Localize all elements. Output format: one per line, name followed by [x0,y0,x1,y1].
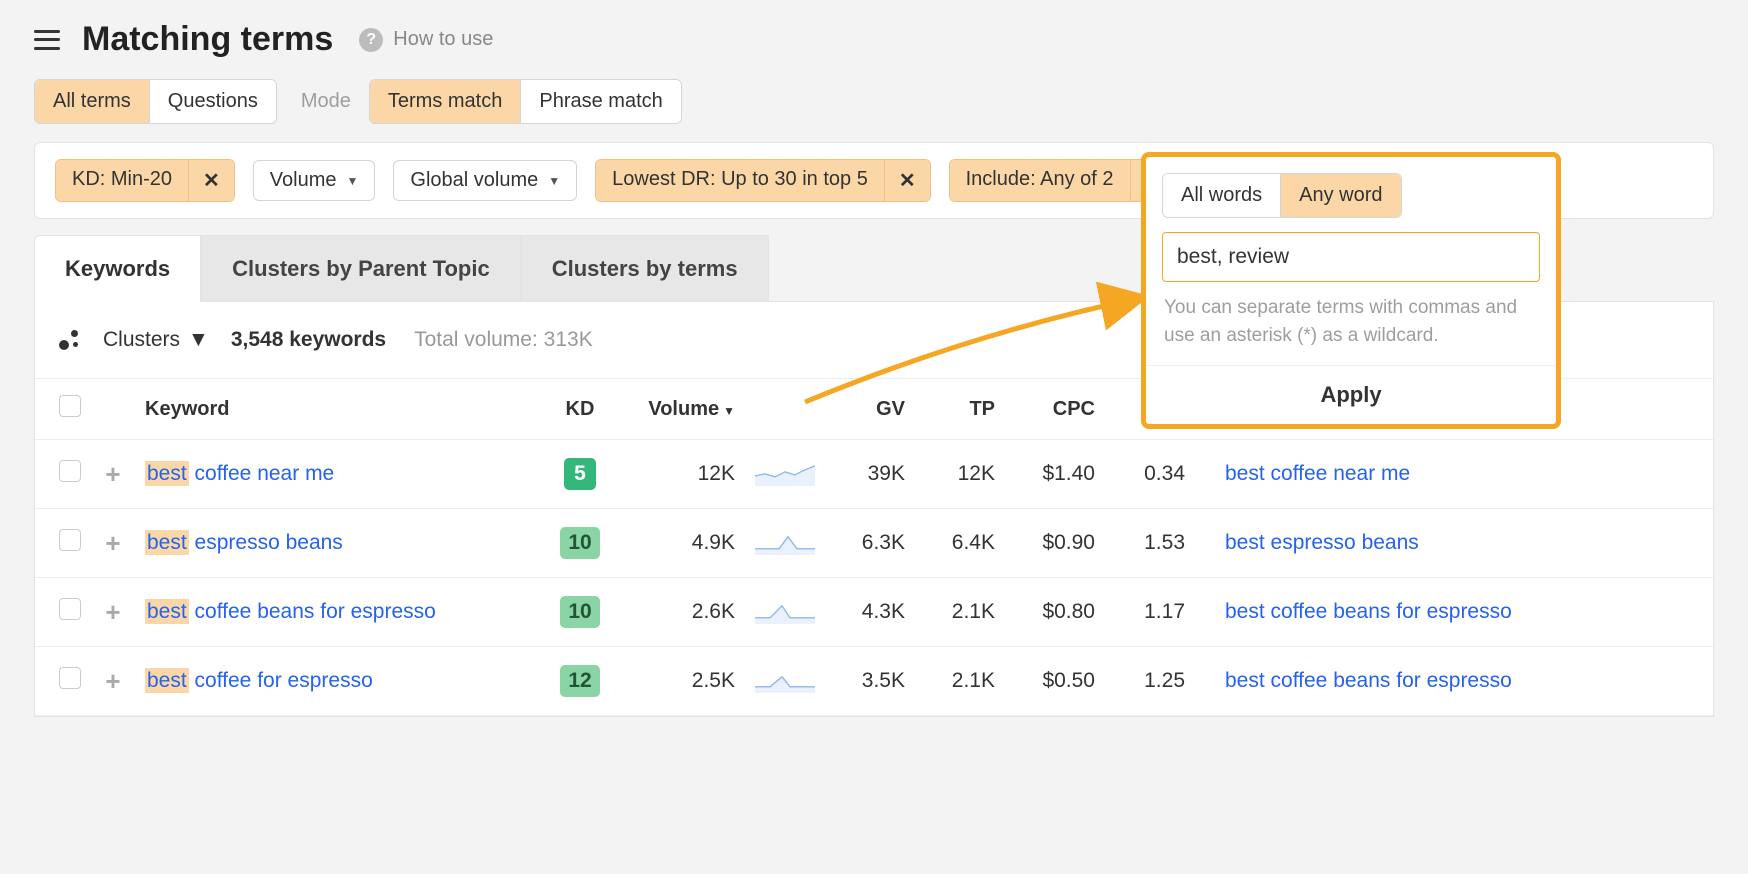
help-icon: ? [359,28,383,52]
any-word-toggle[interactable]: Any word [1280,174,1400,217]
how-to-use-link[interactable]: ? How to use [359,28,493,52]
chevron-down-icon: ▼ [548,174,560,188]
volume-value: 12K [615,440,745,509]
keyword-link[interactable]: best espresso beans [145,530,343,555]
volume-value: 2.5K [615,647,745,716]
filter-lowest-dr-remove[interactable]: ✕ [884,160,930,201]
filter-global-volume-label: Global volume [410,169,538,192]
cps-value: 1.17 [1105,578,1195,647]
chevron-down-icon: ▼ [188,328,209,352]
filter-lowest-dr[interactable]: Lowest DR: Up to 30 in top 5 ✕ [595,159,930,202]
table-row: +best coffee near me512K39K12K$1.400.34b… [35,440,1713,509]
trend-sparkline [755,531,815,555]
expand-row-icon[interactable]: + [101,459,125,490]
cps-value: 0.34 [1105,440,1195,509]
kd-badge: 5 [564,458,596,490]
col-cpc[interactable]: CPC [1005,379,1105,440]
filter-kd-remove[interactable]: ✕ [188,160,234,201]
kd-badge: 10 [560,527,599,559]
chevron-down-icon: ▼ [347,174,359,188]
cpc-value: $1.40 [1005,440,1105,509]
row-checkbox[interactable] [59,529,81,551]
expand-row-icon[interactable]: + [101,597,125,628]
filter-volume[interactable]: Volume ▼ [253,160,376,201]
include-filter-popover: All words Any word You can separate term… [1141,152,1561,429]
keyword-count: 3,548 keywords [231,328,386,352]
kd-badge: 10 [560,596,599,628]
gv-value: 4.3K [825,578,915,647]
col-kd[interactable]: KD [545,379,615,440]
include-hint: You can separate terms with commas and u… [1164,294,1538,349]
gv-value: 6.3K [825,509,915,578]
kd-badge: 12 [560,665,599,697]
cpc-value: $0.90 [1005,509,1105,578]
volume-value: 4.9K [615,509,745,578]
clusters-dropdown[interactable]: Clusters ▼ [103,328,209,352]
table-row: + best coffee for espresso 12 2.5K 3.5K2.1K$… [35,647,1713,716]
all-terms-toggle[interactable]: All terms [35,80,149,123]
tp-value: 2.1K [915,578,1005,647]
filter-global-volume[interactable]: Global volume ▼ [393,160,577,201]
trend-sparkline [755,600,815,624]
col-keyword[interactable]: Keyword [135,379,545,440]
keyword-link[interactable]: best coffee near me [145,461,334,486]
apply-button[interactable]: Apply [1320,382,1381,408]
trend-sparkline [755,462,815,486]
filter-lowest-dr-label: Lowest DR: Up to 30 in top 5 [596,160,884,201]
filter-kd[interactable]: KD: Min-20 ✕ [55,159,235,202]
row-checkbox[interactable] [59,667,81,689]
clusters-icon [59,330,81,350]
tp-value: 2.1K [915,647,1005,716]
gv-value: 3.5K [825,647,915,716]
include-match-toggle: All words Any word [1162,173,1402,218]
col-gv[interactable]: GV [825,379,915,440]
clusters-label: Clusters [103,328,180,352]
terms-toggle-group: All terms Questions [34,79,277,124]
tab-clusters-parent[interactable]: Clusters by Parent Topic [201,235,521,302]
table-row: + best espresso beans 10 4.9K 6.3K6.4K$0.901… [35,509,1713,578]
include-terms-input[interactable] [1162,232,1540,282]
how-to-use-label: How to use [393,28,493,51]
tp-value: 6.4K [915,509,1005,578]
filter-volume-label: Volume [270,169,337,192]
tp-value: 12K [915,440,1005,509]
row-checkbox[interactable] [59,460,81,482]
sort-desc-icon: ▼ [723,404,735,418]
tab-keywords[interactable]: Keywords [34,235,201,302]
questions-toggle[interactable]: Questions [149,80,276,123]
col-volume[interactable]: Volume▼ [615,379,745,440]
col-tp[interactable]: TP [915,379,1005,440]
mode-toggle-group: Terms match Phrase match [369,79,682,124]
parent-topic-link[interactable]: best coffee beans for espresso [1225,600,1512,623]
keyword-link[interactable]: best coffee for espresso [145,668,373,693]
cps-value: 1.25 [1105,647,1195,716]
filter-include-label: Include: Any of 2 [950,160,1130,201]
gv-value: 39K [825,440,915,509]
tab-clusters-terms[interactable]: Clusters by terms [521,235,769,302]
parent-topic-link[interactable]: best coffee near me [1225,462,1410,485]
cpc-value: $0.50 [1005,647,1105,716]
expand-row-icon[interactable]: + [101,528,125,559]
expand-row-icon[interactable]: + [101,666,125,697]
cps-value: 1.53 [1105,509,1195,578]
cpc-value: $0.80 [1005,578,1105,647]
terms-match-toggle[interactable]: Terms match [370,80,520,123]
volume-value: 2.6K [615,578,745,647]
all-words-toggle[interactable]: All words [1163,174,1280,217]
table-row: + best coffee beans for espresso 10 2.6K 4.3… [35,578,1713,647]
mode-label: Mode [301,90,351,113]
parent-topic-link[interactable]: best espresso beans [1225,531,1419,554]
total-volume: Total volume: 313K [414,328,593,352]
filter-kd-label: KD: Min-20 [56,160,188,201]
phrase-match-toggle[interactable]: Phrase match [520,80,680,123]
row-checkbox[interactable] [59,598,81,620]
parent-topic-link[interactable]: best coffee beans for espresso [1225,669,1512,692]
page-title: Matching terms [82,20,333,59]
keyword-link[interactable]: best coffee beans for espresso [145,599,436,624]
hamburger-icon[interactable] [34,30,60,50]
trend-sparkline [755,669,815,693]
select-all-checkbox[interactable] [59,395,81,417]
